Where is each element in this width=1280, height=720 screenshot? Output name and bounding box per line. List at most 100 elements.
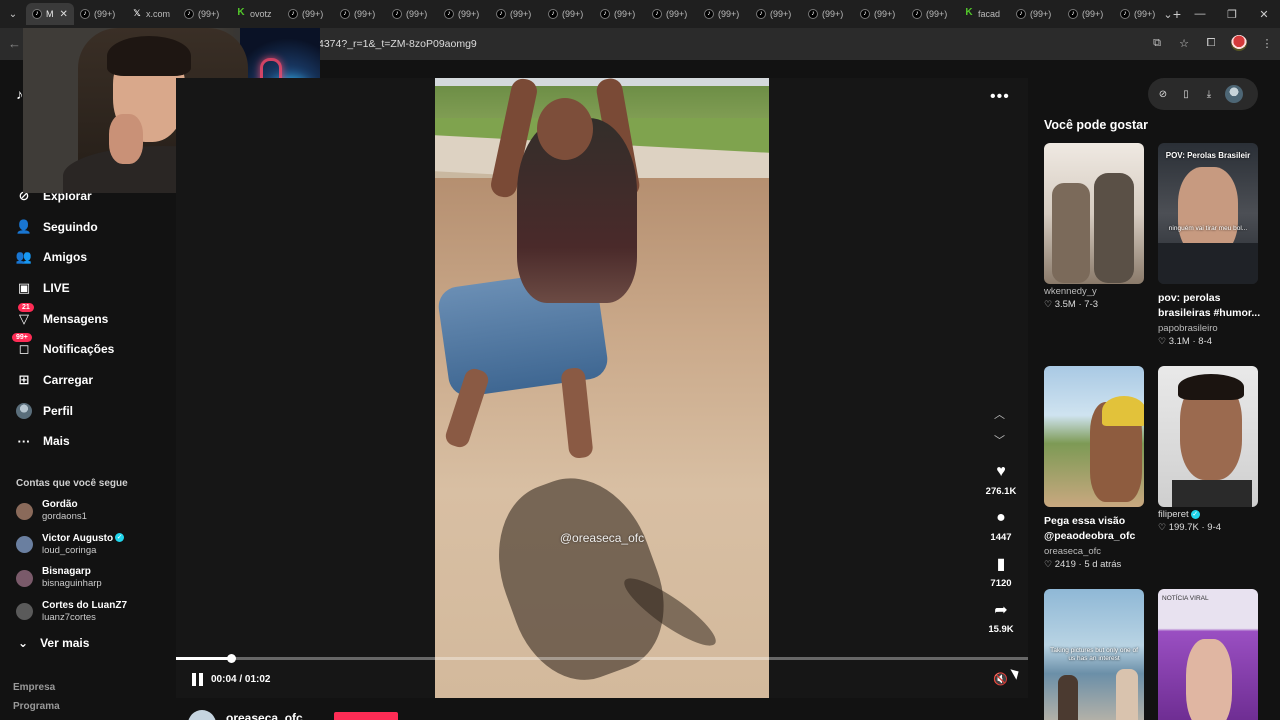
followed-account[interactable]: Gordão gordaons1: [16, 496, 87, 526]
recommendation-card[interactable]: NOTÍCIA VIRAL: [1158, 589, 1258, 720]
install-app-icon[interactable]: ⧉: [1150, 36, 1164, 50]
browser-tab[interactable]: ♪ (99+): [178, 3, 230, 25]
browser-menu-icon[interactable]: ⋮: [1260, 36, 1274, 50]
author-avatar[interactable]: [188, 710, 216, 720]
tiktok-icon: ♪: [340, 9, 350, 19]
browser-tab[interactable]: ♪ (99+): [698, 3, 750, 25]
tab-title: (99+): [614, 9, 636, 19]
account-handle: luanz7cortes: [42, 611, 96, 623]
heart-outline-icon: ♡: [1044, 559, 1053, 569]
save-count: 7120: [990, 578, 1012, 589]
browser-tab[interactable]: ♪ (99+): [334, 3, 386, 25]
pause-icon[interactable]: [192, 673, 204, 686]
browser-tab[interactable]: ♪ (99+): [906, 3, 958, 25]
author-name[interactable]: oreaseca_ofc: [226, 711, 303, 720]
extensions-icon[interactable]: ⧠: [1204, 36, 1218, 50]
recommendation-card[interactable]: wkennedy_y ♡ 3.5M · 7-3: [1044, 143, 1144, 310]
chevron-up-icon[interactable]: ︿: [994, 406, 1005, 422]
footer-link-programa[interactable]: Programa: [13, 701, 60, 712]
browser-tab[interactable]: ♪ (99+): [1010, 3, 1062, 25]
chevron-down-icon[interactable]: ⌄: [1152, 0, 1184, 28]
video-player[interactable]: @oreaseca_ofc ••• ︿ ﹀ ♥ 276.1K ● 1447 ▮ …: [176, 78, 1028, 698]
tiktok-icon: ♪: [288, 9, 298, 19]
chevron-down-icon[interactable]: ﹀: [994, 432, 1005, 448]
follow-button[interactable]: [334, 712, 398, 720]
muted-speaker-icon[interactable]: 🔇: [993, 672, 1008, 686]
browser-tab[interactable]: ♪ M ✕: [26, 3, 74, 25]
browser-tab[interactable]: ♪ (99+): [74, 3, 126, 25]
account-name-text: Cortes do LuanZ7: [42, 599, 128, 611]
card-author-row: filiperet ✓: [1158, 509, 1258, 520]
browser-tab[interactable]: ♪ (99+): [542, 3, 594, 25]
comment-button[interactable]: ● 1447: [982, 508, 1020, 543]
minimize-icon[interactable]: —: [1184, 0, 1216, 28]
nav-mensagens[interactable]: ▽ 21 Mensagens: [16, 303, 108, 329]
recommendation-thumbnail[interactable]: Taking pictures but only one of us has a…: [1044, 589, 1144, 720]
browser-tab[interactable]: ♪ (99+): [282, 3, 334, 25]
thumb-hair: [1178, 374, 1244, 400]
browser-tab[interactable]: ♪ (99+): [802, 3, 854, 25]
video-watermark: @oreaseca_ofc: [559, 531, 645, 545]
profile-avatar-icon[interactable]: [1231, 35, 1247, 51]
nav-notificacoes[interactable]: ◻ 99+ Notificações: [12, 333, 115, 359]
browser-tab[interactable]: ♪ (99+): [490, 3, 542, 25]
more-options-icon[interactable]: •••: [990, 88, 1010, 106]
nav-mais[interactable]: ··· Mais: [16, 431, 70, 451]
url-input[interactable]: 4374?_r=1&_t=ZM-8zoP09aomg9: [318, 38, 477, 50]
browser-tab[interactable]: ♪ (99+): [646, 3, 698, 25]
recommendation-card[interactable]: filiperet ✓ ♡ 199.7K · 9-4: [1158, 366, 1258, 533]
followed-account[interactable]: Cortes do LuanZ7 luanz7cortes: [16, 597, 127, 627]
recommendation-thumbnail[interactable]: NOTÍCIA VIRAL: [1158, 589, 1258, 720]
recommendation-thumbnail[interactable]: POV: Perolas Brasileir ninguém vai tirar…: [1158, 143, 1258, 284]
browser-tab[interactable]: ♪ (99+): [594, 3, 646, 25]
browser-tab[interactable]: ♪ (99+): [854, 3, 906, 25]
video-timecode: 00:04 / 01:02: [211, 674, 271, 685]
progress-knob[interactable]: [227, 654, 237, 663]
restore-icon[interactable]: ❐: [1216, 0, 1248, 28]
tab-close-icon[interactable]: ✕: [60, 9, 68, 20]
followed-account[interactable]: Victor Augusto ✓ loud_coringa: [16, 530, 125, 560]
recommendation-thumbnail[interactable]: [1158, 366, 1258, 507]
see-more-button[interactable]: ⌄ Ver mais: [18, 636, 89, 650]
nav-perfil[interactable]: Perfil: [16, 401, 73, 421]
tab-title: (99+): [874, 9, 896, 19]
browser-tab[interactable]: ♪ (99+): [750, 3, 802, 25]
recommendation-thumbnail[interactable]: [1044, 143, 1144, 284]
browser-tab[interactable]: ♪ (99+): [438, 3, 490, 25]
share-button[interactable]: ➦ 15.9K: [982, 600, 1020, 635]
thumb-helmet: [1102, 396, 1144, 426]
browser-tab[interactable]: ♪ (99+): [386, 3, 438, 25]
back-arrow-icon[interactable]: ←: [8, 36, 21, 51]
nav-label: Notificações: [43, 342, 115, 356]
nav-amigos[interactable]: 👥 Amigos: [16, 247, 87, 267]
recommendation-card[interactable]: POV: Perolas Brasileir ninguém vai tirar…: [1158, 143, 1260, 347]
tiktok-logo-icon[interactable]: ♪: [16, 86, 23, 102]
footer-link-empresa[interactable]: Empresa: [13, 682, 55, 693]
followed-account[interactable]: Bisnagarp bisnaguinharp: [16, 563, 102, 593]
card-likes: 199.7K: [1168, 522, 1199, 533]
bookmark-star-icon[interactable]: ☆: [1177, 36, 1191, 50]
user-avatar[interactable]: [1225, 85, 1243, 103]
nav-seguindo[interactable]: 👤 Seguindo: [16, 217, 98, 237]
tab-title: (99+): [94, 9, 116, 19]
mobile-device-icon[interactable]: ▯: [1179, 89, 1193, 100]
browser-tab[interactable]: Kovotz: [230, 3, 282, 25]
compass-icon[interactable]: ⊘: [1156, 89, 1170, 100]
recommendation-card[interactable]: Taking pictures but only one of us has a…: [1044, 589, 1144, 720]
video-frame[interactable]: @oreaseca_ofc: [435, 78, 769, 698]
save-button[interactable]: ▮ 7120: [982, 554, 1020, 589]
video-progress-bar[interactable]: [176, 654, 1028, 663]
like-count: 276.1K: [985, 486, 1017, 497]
nav-live[interactable]: ▣ LIVE: [16, 278, 70, 298]
download-icon[interactable]: ⤓: [1202, 89, 1216, 100]
close-icon[interactable]: ✕: [1248, 0, 1280, 28]
browser-tab[interactable]: 𝕏x.com: [126, 3, 178, 25]
account-handle: loud_coringa: [42, 544, 97, 556]
recommendation-thumbnail[interactable]: [1044, 366, 1144, 507]
like-button[interactable]: ♥ 276.1K: [982, 462, 1020, 497]
browser-tab[interactable]: Kfacad: [958, 3, 1010, 25]
nav-carregar[interactable]: ⊞ Carregar: [16, 370, 93, 390]
recommendation-card[interactable]: Pega essa visão @peaodeobra_ofc oreaseca…: [1044, 366, 1144, 570]
tab-search-icon[interactable]: ⌄: [0, 0, 26, 28]
browser-tab[interactable]: ♪ (99+): [1062, 3, 1114, 25]
